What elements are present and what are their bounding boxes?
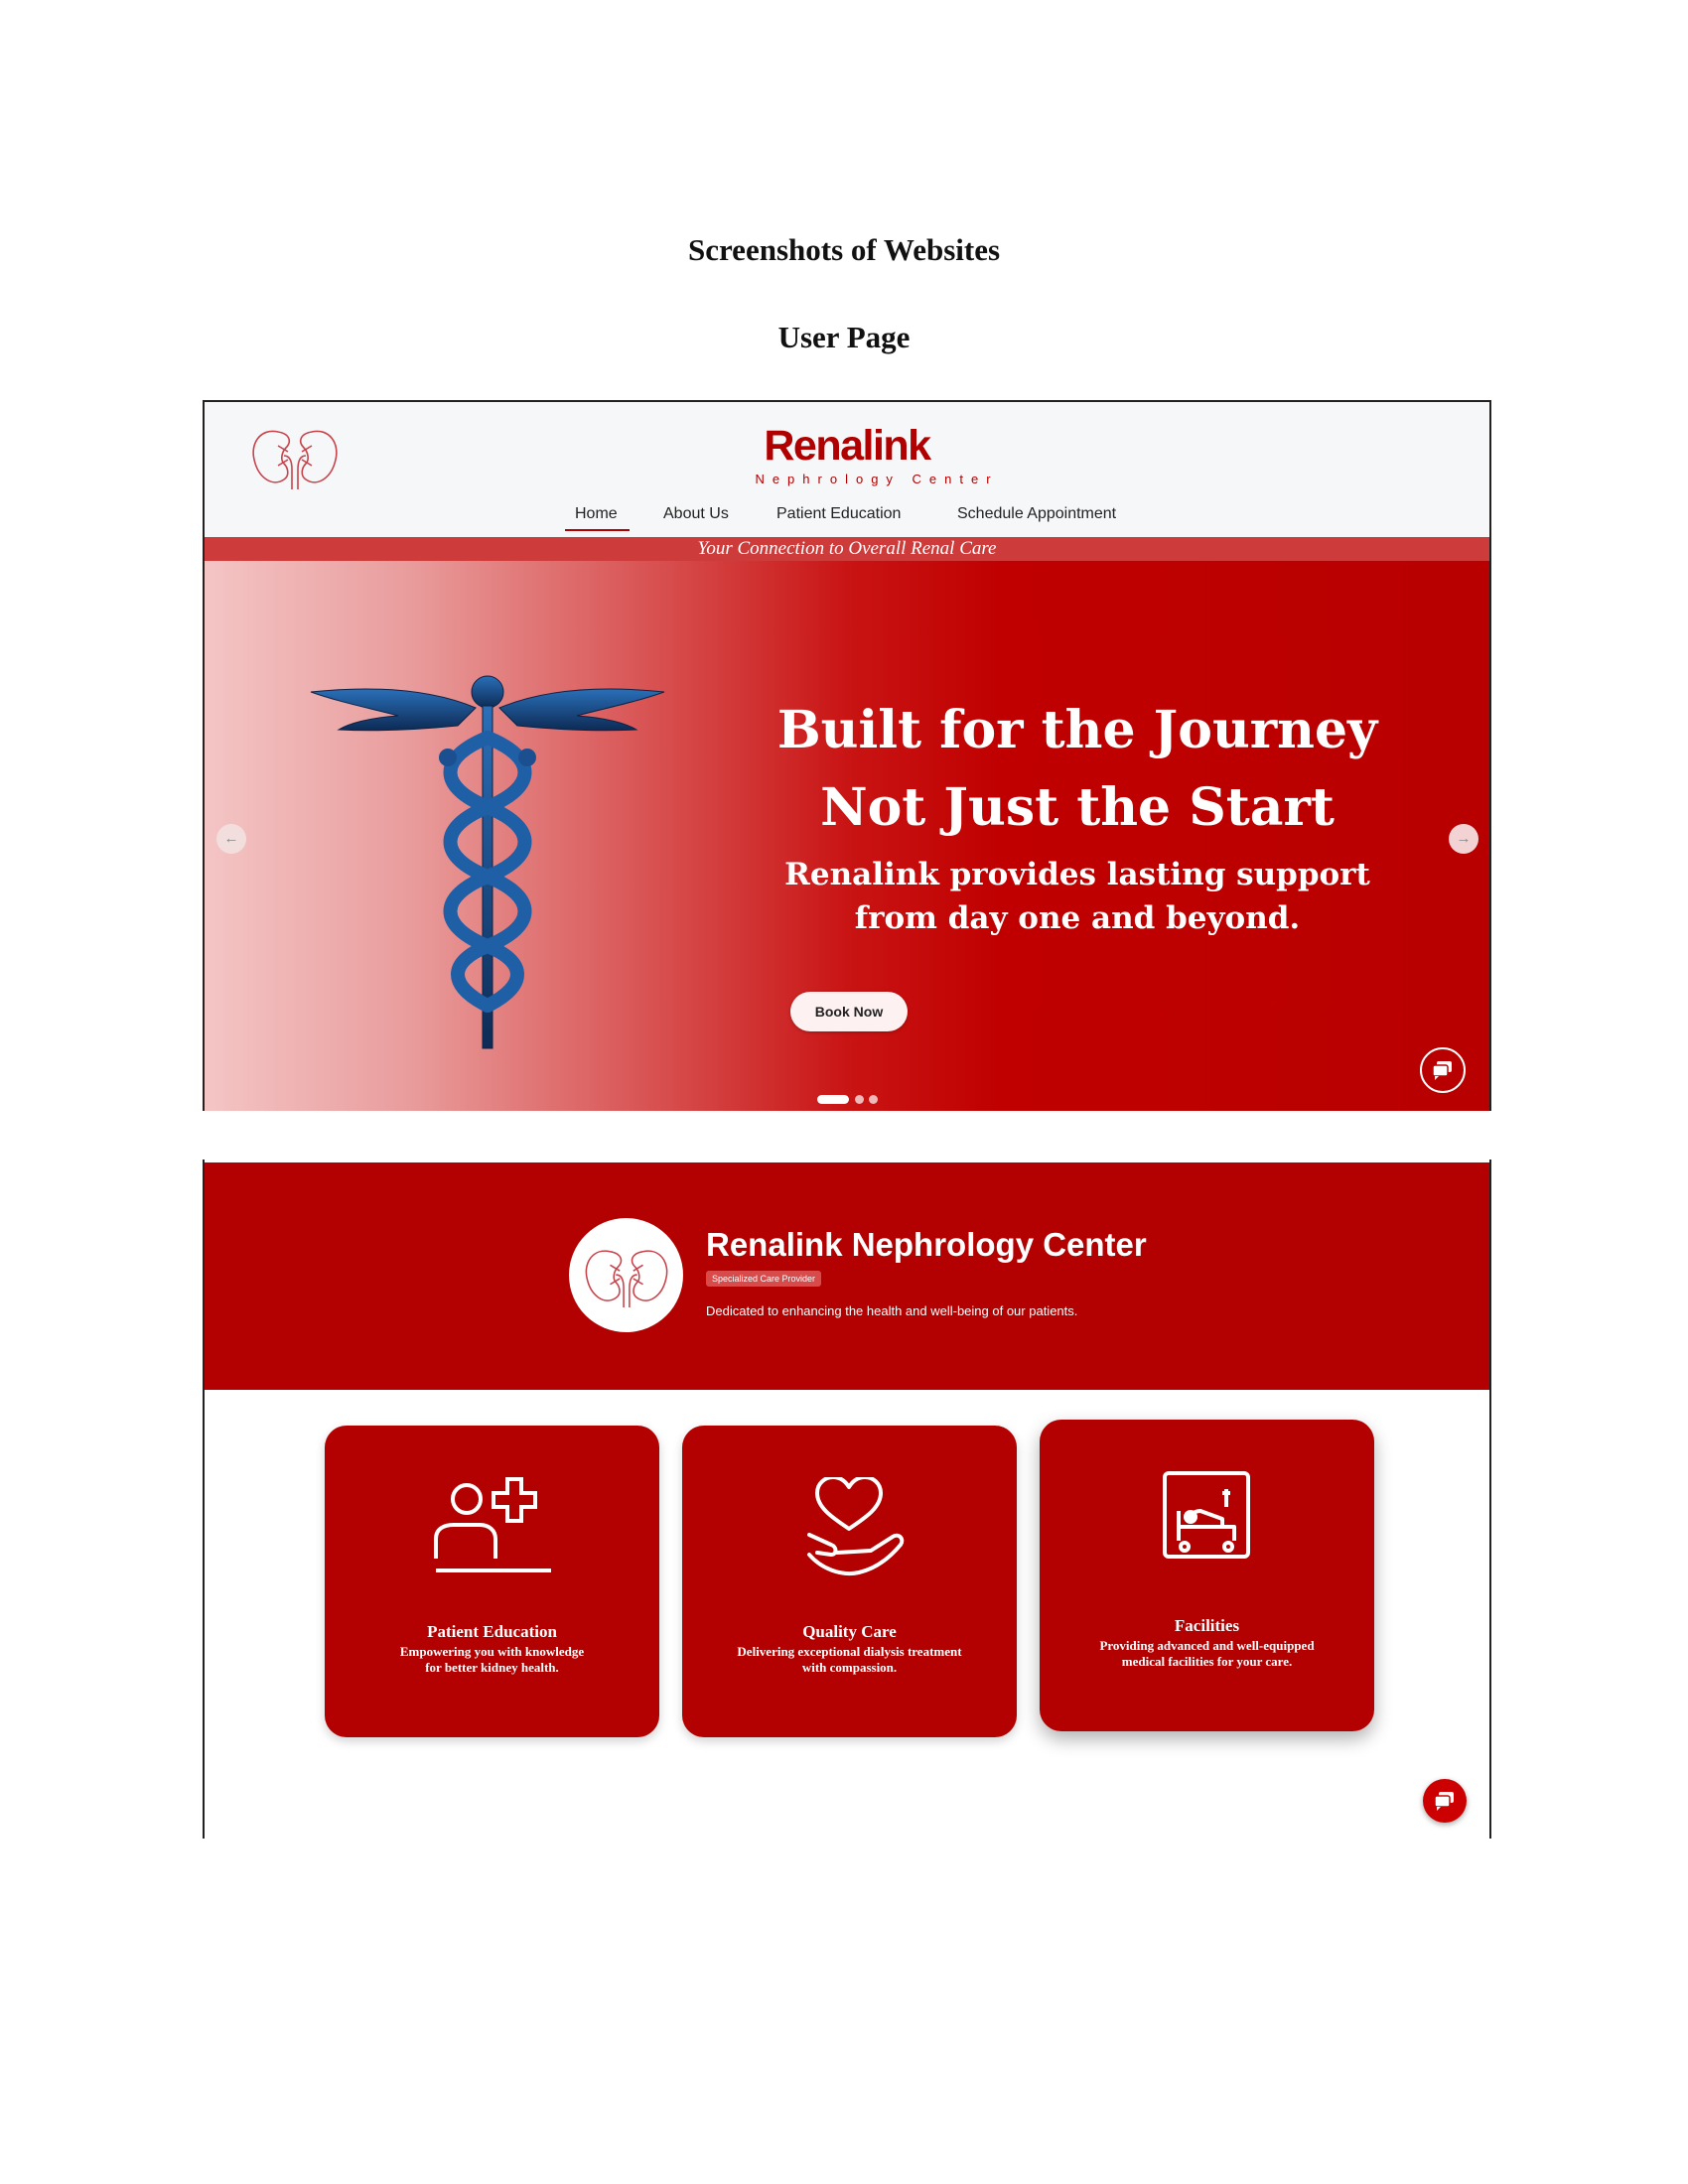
- kidneys-icon: [585, 1250, 668, 1308]
- specialty-badge: Specialized Care Provider: [706, 1271, 822, 1287]
- card-description: Providing advanced and well-equipped med…: [1074, 1638, 1339, 1670]
- banner-title: Renalink Nephrology Center: [706, 1226, 1147, 1263]
- card-title: Quality Care: [802, 1622, 897, 1641]
- site-header: Renalink Nephrology Center Home About Us…: [205, 402, 1489, 537]
- hero-subhead-line-1: Renalink provides lasting support: [784, 857, 1370, 892]
- card-description-line: Providing advanced and well-equipped: [1099, 1638, 1315, 1653]
- carousel-dot-active[interactable]: [817, 1095, 849, 1104]
- chat-bubbles-icon: [1434, 1792, 1454, 1811]
- nav-item-home[interactable]: Home: [565, 505, 630, 531]
- chat-button[interactable]: [1420, 1047, 1466, 1093]
- card-title: Patient Education: [427, 1622, 557, 1641]
- brand-name[interactable]: Renalink: [205, 422, 1489, 471]
- banner-description: Dedicated to enhancing the health and we…: [706, 1303, 1078, 1318]
- home-page-screenshot: Renalink Nephrology Center Home About Us…: [203, 400, 1491, 1111]
- nav-item-schedule-appointment[interactable]: Schedule Appointment: [957, 505, 1116, 523]
- hero-headline-line-1: Built for the Journey: [776, 700, 1378, 760]
- patient-education-icon: [434, 1477, 551, 1572]
- hero-subhead-line-2: from day one and beyond.: [854, 900, 1301, 936]
- features-page-screenshot: Renalink Nephrology Center Specialized C…: [203, 1160, 1491, 1839]
- feature-card-facilities[interactable]: Facilities Providing advanced and well-e…: [1040, 1420, 1374, 1731]
- hero-carousel: Built for the Journey Not Just the Start…: [205, 561, 1489, 1111]
- clinic-banner: Renalink Nephrology Center Specialized C…: [205, 1162, 1489, 1390]
- carousel-dot[interactable]: [869, 1095, 878, 1104]
- brand-subtitle: Nephrology Center: [755, 472, 999, 486]
- carousel-prev-button[interactable]: ←: [216, 824, 246, 854]
- nav-item-patient-education[interactable]: Patient Education: [776, 505, 901, 523]
- feature-card-patient-education[interactable]: Patient Education Empowering you with kn…: [325, 1426, 659, 1737]
- main-nav: Home About Us Patient Education Schedule…: [205, 505, 1489, 531]
- banner-logo: [569, 1218, 683, 1332]
- card-description-line: Delivering exceptional dialysis treatmen…: [737, 1644, 962, 1659]
- card-description-line: with compassion.: [801, 1660, 898, 1675]
- document-title: Screenshots of Websites: [687, 232, 1001, 267]
- card-title: Facilities: [1174, 1616, 1240, 1635]
- hospital-bed-icon: [1163, 1471, 1250, 1559]
- card-description-line: for better kidney health.: [425, 1660, 559, 1675]
- feature-card-quality-care[interactable]: Quality Care Delivering exceptional dial…: [682, 1426, 1017, 1737]
- tagline-bar: Your Connection to Overall Renal Care: [205, 537, 1489, 561]
- heart-hand-icon: [807, 1477, 905, 1575]
- card-description: Empowering you with knowledge for better…: [359, 1644, 625, 1676]
- carousel-next-button[interactable]: →: [1449, 824, 1478, 854]
- carousel-dot[interactable]: [855, 1095, 864, 1104]
- chat-button[interactable]: [1423, 1779, 1467, 1823]
- caduceus-icon: [310, 675, 665, 1049]
- book-now-button[interactable]: Book Now: [790, 992, 908, 1031]
- nav-item-about-us[interactable]: About Us: [663, 505, 729, 523]
- document-subtitle: User Page: [777, 320, 911, 354]
- chat-bubbles-icon: [1432, 1061, 1452, 1080]
- card-description: Delivering exceptional dialysis treatmen…: [717, 1644, 982, 1676]
- card-description-line: Empowering you with knowledge: [399, 1644, 585, 1659]
- hero-headline-line-2: Not Just the Start: [820, 777, 1335, 838]
- card-description-line: medical facilities for your care.: [1121, 1654, 1293, 1669]
